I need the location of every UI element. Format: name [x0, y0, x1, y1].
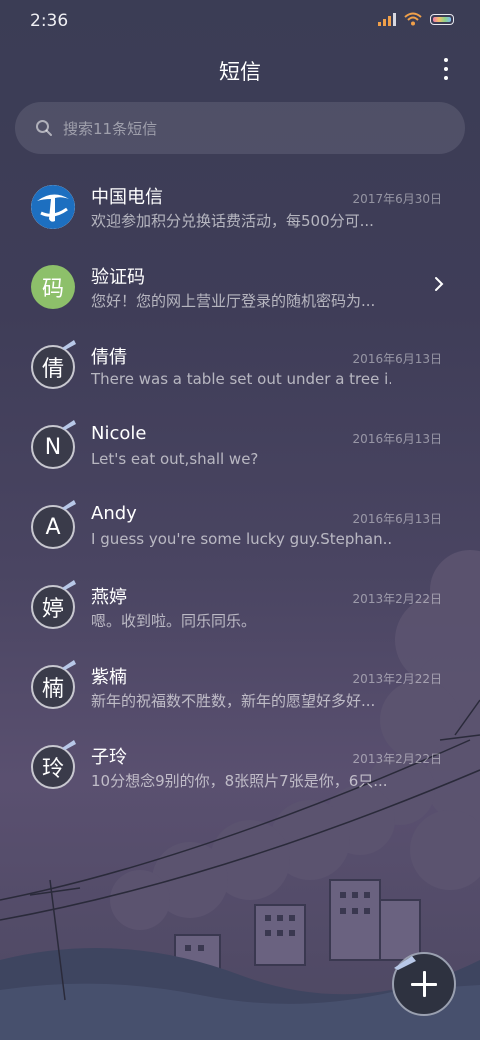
- message-preview: 嗯。收到啦。同乐同乐。: [91, 612, 257, 630]
- message-date: 2016年6月13日: [352, 432, 442, 446]
- status-icons: [378, 12, 454, 26]
- plus-icon: [411, 971, 437, 997]
- message-preview: 您好！您的网上营业厅登录的随机密码为...: [91, 292, 376, 310]
- message-date: 2017年6月30日: [352, 192, 442, 206]
- wifi-icon: [404, 12, 422, 26]
- contact-name: 中国电信: [91, 187, 163, 208]
- contact-name: Nicole: [91, 423, 147, 444]
- conversation-row[interactable]: 婷 燕婷 2013年2月22日 嗯。收到啦。同乐同乐。: [0, 568, 480, 648]
- conversation-list: 中国电信 2017年6月30日 欢迎参加积分兑换话费活动，每500分可... 码…: [0, 168, 480, 808]
- contact-name: 紫楠: [91, 667, 127, 688]
- avatar: N: [31, 425, 75, 469]
- message-date: 2013年2月22日: [352, 752, 442, 766]
- contact-name: 倩倩: [91, 347, 127, 368]
- chevron-right-icon: [435, 277, 444, 291]
- avatar: 倩: [31, 345, 75, 389]
- conversation-row[interactable]: 码 验证码 您好！您的网上营业厅登录的随机密码为...: [0, 248, 480, 328]
- contact-name: Andy: [91, 503, 137, 524]
- more-options-icon[interactable]: [436, 56, 456, 82]
- message-preview: 10分想念9别的你，8张照片7张是你，6只...: [91, 772, 388, 790]
- status-time: 2:36: [30, 11, 69, 31]
- message-preview: 欢迎参加积分兑换话费活动，每500分可...: [91, 212, 374, 230]
- message-date: 2013年2月22日: [352, 592, 442, 606]
- sim-badge-icon: [62, 420, 76, 430]
- avatar: 玲: [31, 745, 75, 789]
- conversation-row[interactable]: A Andy 2016年6月13日 I guess you're some lu…: [0, 488, 480, 568]
- sim-badge-icon: [394, 956, 416, 970]
- battery-icon: [430, 13, 454, 25]
- status-bar: 2:36: [0, 0, 480, 42]
- sim-badge-icon: [62, 340, 76, 350]
- sim-badge-icon: [62, 580, 76, 590]
- message-date: 2016年6月13日: [352, 512, 442, 526]
- search-icon: [36, 120, 52, 136]
- conversation-row[interactable]: 玲 子玲 2013年2月22日 10分想念9别的你，8张照片7张是你，6只...: [0, 728, 480, 808]
- signal-icon: [378, 12, 396, 26]
- sim-badge-icon: [62, 660, 76, 670]
- conversation-row[interactable]: 楠 紫楠 2013年2月22日 新年的祝福数不胜数，新年的愿望好多好...: [0, 648, 480, 728]
- conversation-row[interactable]: 中国电信 2017年6月30日 欢迎参加积分兑换话费活动，每500分可...: [0, 168, 480, 248]
- message-date: 2013年2月22日: [352, 672, 442, 686]
- contact-name: 子玲: [91, 747, 127, 768]
- message-preview: 新年的祝福数不胜数，新年的愿望好多好...: [91, 692, 376, 710]
- conversation-row[interactable]: N Nicole 2016年6月13日 Let's eat out,shall …: [0, 408, 480, 488]
- search-placeholder: 搜索11条短信: [63, 119, 158, 138]
- sim-badge-icon: [62, 500, 76, 510]
- avatar: 婷: [31, 585, 75, 629]
- message-date: 2016年6月13日: [352, 352, 442, 366]
- contact-name: 验证码: [91, 267, 145, 288]
- app-header: 短信: [0, 52, 480, 86]
- avatar: 楠: [31, 665, 75, 709]
- message-preview: Let's eat out,shall we?: [91, 450, 259, 468]
- message-preview: I guess you're some lucky guy.Stephan...: [91, 530, 391, 548]
- avatar: A: [31, 505, 75, 549]
- message-preview: There was a table set out under a tree i…: [91, 370, 391, 388]
- sim-badge-icon: [62, 740, 76, 750]
- page-title: 短信: [219, 60, 261, 84]
- search-bar[interactable]: 搜索11条短信: [15, 102, 465, 154]
- conversation-row[interactable]: 倩 倩倩 2016年6月13日 There was a table set ou…: [0, 328, 480, 408]
- contact-name: 燕婷: [91, 587, 127, 608]
- china-telecom-logo-avatar: [31, 185, 75, 229]
- avatar: 码: [31, 265, 75, 309]
- china-telecom-logo-icon: [31, 185, 75, 229]
